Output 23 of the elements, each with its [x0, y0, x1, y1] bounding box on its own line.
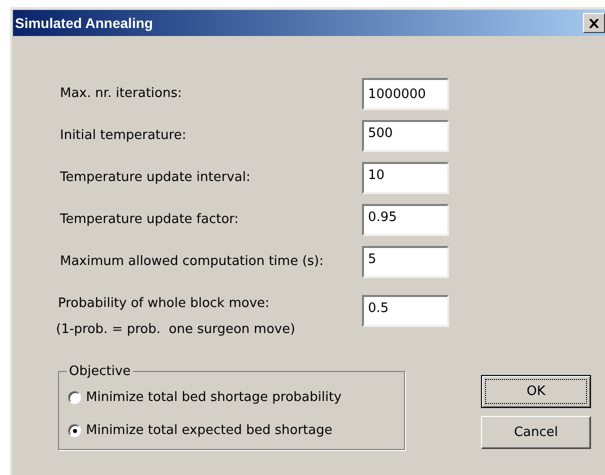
field-label: Initial temperature:: [60, 127, 188, 146]
field-label: Probability of whole block move:: [58, 295, 270, 313]
close-icon: [589, 18, 599, 28]
field-label: Temperature update factor:: [60, 211, 240, 230]
close-button[interactable]: [583, 13, 605, 33]
field-label: Temperature update interval:: [60, 169, 252, 188]
radio-button[interactable]: [68, 424, 81, 438]
field-label: Max. nr. iterations:: [60, 85, 183, 104]
input-field[interactable]: 5: [362, 246, 449, 278]
radio-label[interactable]: Minimize total expected bed shortage: [86, 421, 332, 440]
dialog-button[interactable]: Cancel: [481, 416, 591, 449]
input-field[interactable]: 1000000: [362, 78, 449, 110]
input-field[interactable]: 0.95: [362, 204, 449, 236]
radio-button[interactable]: [68, 390, 81, 404]
window-title: Simulated Annealing: [15, 14, 153, 33]
input-field[interactable]: 0.5: [362, 295, 449, 327]
input-field[interactable]: 10: [362, 162, 449, 194]
input-field[interactable]: 500: [362, 120, 449, 152]
radio-label[interactable]: Minimize total bed shortage probability: [86, 388, 342, 407]
group-title: Objective: [68, 363, 132, 381]
field-label: Maximum allowed computation time (s):: [60, 253, 324, 272]
field-note: (1-prob. = prob. one surgeon move): [56, 320, 296, 338]
default-button[interactable]: OK: [481, 375, 591, 408]
